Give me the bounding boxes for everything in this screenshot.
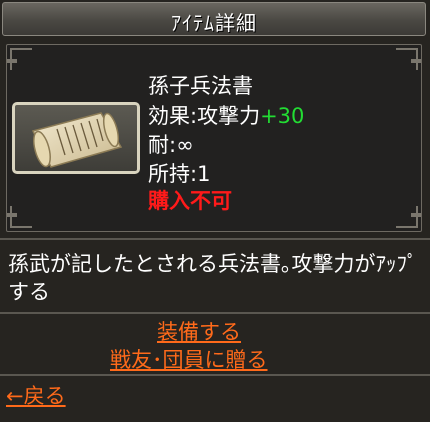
back-link[interactable]: ←戻る	[6, 380, 66, 410]
frame-corner-ornament	[396, 206, 418, 228]
item-description: 孫武が記したとされる兵法書｡攻撃力がｱｯﾌﾟする	[8, 252, 418, 304]
scroll-icon	[31, 112, 123, 168]
frame-side-ornament	[7, 213, 17, 217]
item-effect: 効果:攻撃力+30	[148, 100, 304, 130]
frame-side-ornament	[411, 59, 421, 63]
item-owned-count: 所持:1	[148, 162, 211, 186]
frame-side-ornament	[411, 213, 421, 217]
item-detail-screen: ｱｲﾃﾑ詳細 孫子兵法書 効果:攻撃力+30 耐:∞ 所持:1 購入不可 孫武が…	[0, 0, 430, 422]
frame-corner-ornament	[10, 206, 32, 228]
effect-bonus: +30	[260, 104, 305, 128]
divider	[0, 312, 430, 314]
window-title: ｱｲﾃﾑ詳細	[171, 11, 257, 35]
purchase-status: 購入不可	[148, 189, 232, 213]
divider	[0, 238, 430, 240]
frame-side-ornament	[7, 59, 17, 63]
item-name: 孫子兵法書	[148, 74, 253, 98]
title-bar: ｱｲﾃﾑ詳細	[2, 2, 426, 36]
divider	[0, 374, 430, 376]
effect-label: 効果:攻撃力	[148, 104, 261, 128]
item-icon-frame	[12, 102, 140, 174]
item-durability: 耐:∞	[148, 133, 194, 157]
equip-link[interactable]: 装備する	[157, 316, 241, 346]
gift-to-ally-link[interactable]: 戦友･団員に贈る	[110, 344, 268, 374]
